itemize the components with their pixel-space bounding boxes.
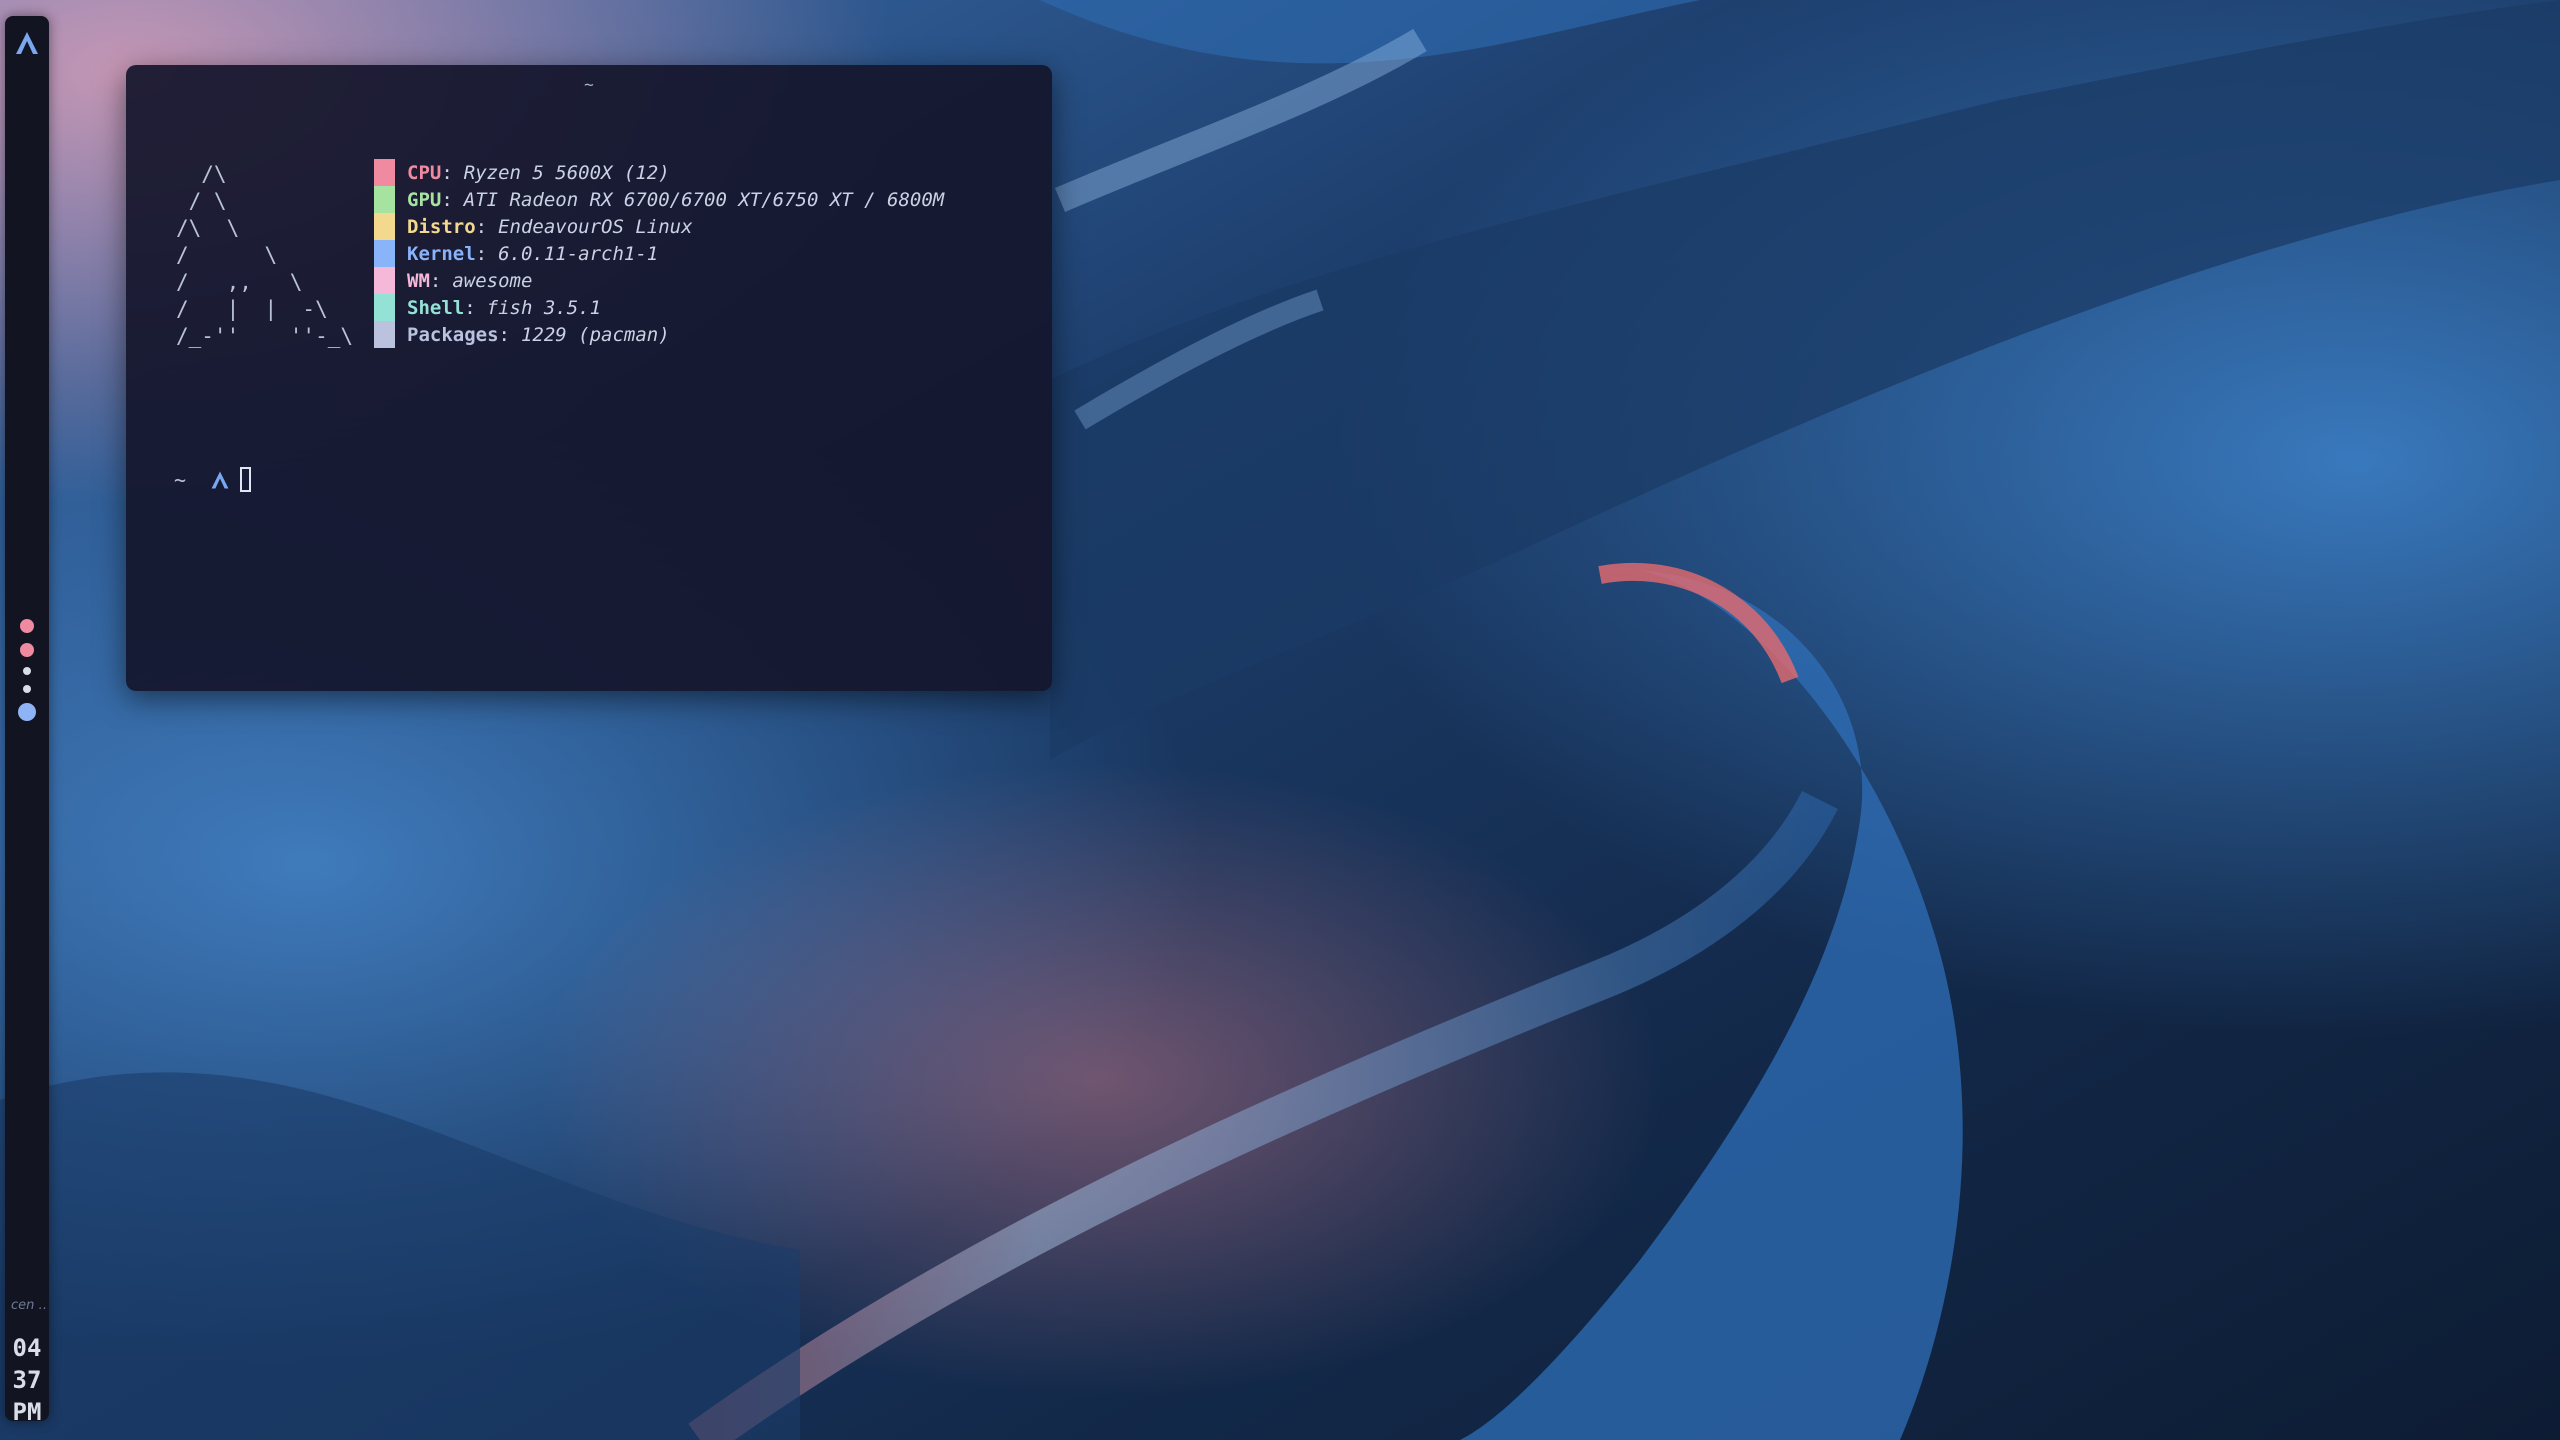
info-value: awesome <box>452 269 533 292</box>
task-label[interactable]: cen … <box>11 1298 47 1313</box>
info-value: Ryzen 5 5600X (12) <box>463 161 670 184</box>
tag-5[interactable] <box>18 703 36 721</box>
color-swatch <box>374 294 395 321</box>
info-row: Shell: fish 3.5.1 <box>374 294 944 321</box>
system-info: CPU: Ryzen 5 5600X (12) GPU: ATI Radeon RX … <box>374 159 944 348</box>
prompt-directory: ~ <box>174 467 187 492</box>
tag-1[interactable] <box>20 619 34 633</box>
color-swatch <box>374 213 395 240</box>
info-key: CPU <box>407 161 442 184</box>
shell-prompt[interactable]: ~ <box>174 467 252 492</box>
color-swatch <box>374 186 395 213</box>
info-value: ATI Radeon RX 6700/6700 XT/6750 XT / 680… <box>463 188 945 211</box>
color-swatch <box>374 159 395 186</box>
info-row: GPU: ATI Radeon RX 6700/6700 XT/6750 XT /… <box>374 186 944 213</box>
info-key: Kernel <box>407 242 476 265</box>
terminal-window[interactable]: ~ /\ / \ /\ \ / \ / ,, \ / | | -\ /_-'' … <box>126 65 1052 691</box>
color-swatch <box>374 321 395 348</box>
info-row: Distro: EndeavourOS Linux <box>374 213 944 240</box>
info-separator: : <box>441 161 453 184</box>
info-value: fish 3.5.1 <box>486 296 602 319</box>
info-row: CPU: Ryzen 5 5600X (12) <box>374 159 944 186</box>
info-separator: : <box>441 188 453 211</box>
endeavouros-prompt-icon <box>211 471 229 488</box>
info-key: Distro <box>407 215 476 238</box>
info-key: GPU <box>407 188 442 211</box>
info-separator: : <box>475 215 488 238</box>
info-key: Shell <box>407 296 465 319</box>
color-swatch <box>374 240 395 267</box>
tag-4[interactable] <box>23 685 31 693</box>
terminal-title: ~ <box>584 75 594 94</box>
endeavouros-logo-icon[interactable] <box>14 30 40 56</box>
info-row: Kernel:6.0.11-arch1-1 <box>374 240 944 267</box>
clock-hour: 04 <box>12 1334 42 1362</box>
color-swatch <box>374 267 395 294</box>
tag-list <box>5 614 49 726</box>
info-row: WM: awesome <box>374 267 944 294</box>
side-panel: cen … 04 37 PM <box>5 16 49 1426</box>
info-value: 6.0.11-arch1-1 <box>498 242 659 265</box>
clock-ampm: PM <box>12 1398 42 1426</box>
tag-3[interactable] <box>23 667 31 675</box>
info-key: WM <box>407 269 430 292</box>
info-separator: : <box>464 296 476 319</box>
info-separator: : <box>429 269 442 292</box>
tag-2[interactable] <box>20 643 34 657</box>
desktop: cen … 04 37 PM ~ /\ / \ /\ \ / \ / ,, \ … <box>0 0 2560 1440</box>
info-separator: : <box>475 242 488 265</box>
text-cursor <box>240 467 252 492</box>
ascii-logo: /\ / \ /\ \ / \ / ,, \ / | | -\ /_-'' ''… <box>176 162 354 348</box>
info-separator: : <box>498 323 510 346</box>
clock: 04 37 PM <box>5 1332 49 1428</box>
clock-minute: 37 <box>12 1366 42 1394</box>
info-row: Packages:1229 (pacman) <box>374 321 944 348</box>
info-value: EndeavourOS Linux <box>498 215 693 238</box>
info-key: Packages <box>407 323 499 346</box>
info-value: 1229 (pacman) <box>520 323 670 346</box>
